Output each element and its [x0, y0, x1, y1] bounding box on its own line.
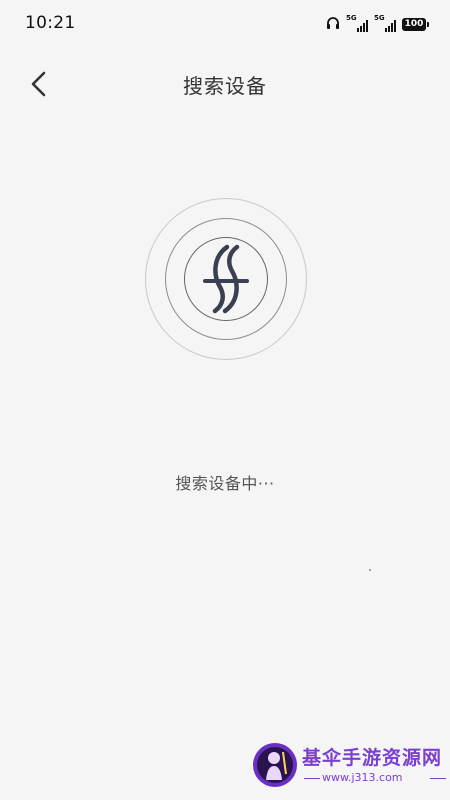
status-icons: 5G 5G 100	[326, 14, 429, 34]
network-type-label: 5G	[374, 14, 385, 22]
watermark-rule-left	[304, 778, 320, 779]
search-status-text: 搜索设备中···	[175, 474, 275, 493]
status-time: 10:21	[25, 13, 76, 33]
headphones-icon	[326, 15, 340, 34]
watermark-rule-right	[430, 778, 446, 779]
page-title: 搜索设备	[183, 74, 267, 98]
brand-logo-icon	[203, 244, 249, 314]
status-bar: 10:21 5G 5G 100	[0, 0, 450, 48]
network-type-label: 5G	[346, 14, 357, 22]
watermark-title: 基伞手游资源网	[302, 747, 443, 769]
device-search-screen: 10:21 5G 5G 100 搜索设备 搜索设备中··· 基伞手游资源网 ww…	[0, 0, 450, 800]
watermark-logo-icon	[253, 743, 297, 787]
battery-icon: 100	[402, 17, 429, 31]
watermark: 基伞手游资源网 www.j313.com	[252, 740, 448, 796]
watermark-url: www.j313.com	[322, 771, 403, 784]
signal-icon: 5G	[374, 14, 396, 32]
decorative-dot	[369, 569, 371, 571]
header: 搜索设备	[0, 58, 450, 110]
search-radar	[145, 198, 307, 360]
signal-icon: 5G	[346, 14, 368, 32]
